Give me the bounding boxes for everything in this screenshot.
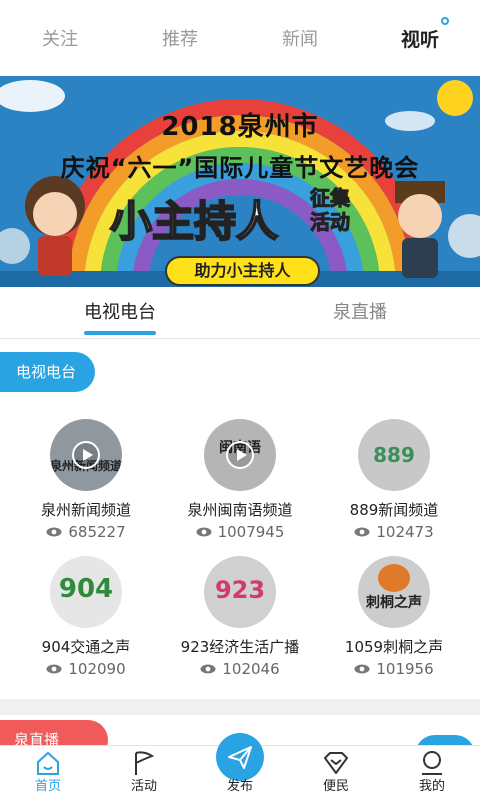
channel-views: 102046 <box>160 660 320 678</box>
channel-logo-text: 889 <box>373 443 415 467</box>
banner-side-line2: 活动 <box>310 210 351 235</box>
home-icon <box>37 751 59 775</box>
section-divider <box>0 699 480 715</box>
channel-view-count: 102473 <box>376 523 434 541</box>
nav-publish-label: 发布 <box>226 779 253 794</box>
channel-views: 101956 <box>314 660 474 678</box>
tab-news-label: 新闻 <box>282 29 318 50</box>
tab-recommend-label: 推荐 <box>162 29 198 50</box>
channel-logo: 923 <box>204 556 276 628</box>
eye-icon <box>46 664 62 674</box>
nav-home[interactable]: 首页 <box>0 746 96 800</box>
tab-news[interactable]: 新闻 <box>240 25 360 51</box>
channel-item[interactable]: 904 904交通之声 102090 <box>6 556 166 678</box>
channel-views: 102473 <box>314 523 474 541</box>
banner-side-line1: 征集 <box>310 186 351 211</box>
banner-side-title: 征集 活动 <box>310 186 351 235</box>
channel-name: 泉州新闻频道 <box>40 501 131 519</box>
nav-convenience[interactable]: 便民 <box>288 746 384 800</box>
channel-item[interactable]: 闽南语 泉州闽南语频道 1007945 <box>160 419 320 541</box>
channel-item[interactable]: 泉州新闻频道 泉州新闻频道 685227 <box>6 419 166 541</box>
eye-icon <box>354 527 370 537</box>
section-title-tv-radio: 电视电台 <box>0 352 95 392</box>
banner-main-title: 小主持人 <box>109 196 279 247</box>
channel-name: 1059刺桐之声 <box>344 638 444 656</box>
play-icon <box>72 441 100 469</box>
tab-quan-live[interactable]: 泉直播 <box>240 287 480 339</box>
diamond-icon <box>324 752 348 774</box>
nav-mine[interactable]: 我的 <box>384 746 480 800</box>
channel-view-count: 101956 <box>376 660 434 678</box>
channel-item[interactable]: 刺桐之声 1059刺桐之声 101956 <box>314 556 474 678</box>
channel-name: 923经济生活广播 <box>180 638 300 656</box>
channel-logo: 刺桐之声 <box>358 556 430 628</box>
channel-name: 889新闻频道 <box>349 501 439 519</box>
promo-banner[interactable]: 2018泉州市 庆祝“六一”国际儿童节文艺晚会 小主持人 征集 活动 助力小主持人 <box>0 76 480 287</box>
flag-icon <box>135 751 155 775</box>
channel-views: 685227 <box>6 523 166 541</box>
channel-view-count: 102090 <box>68 660 126 678</box>
channel-views: 1007945 <box>160 523 320 541</box>
channel-logo: 904 <box>50 556 122 628</box>
banner-year-title: 2018泉州市 <box>161 112 319 142</box>
tab-follow[interactable]: 关注 <box>0 25 120 51</box>
eye-icon <box>200 664 216 674</box>
send-icon <box>228 746 252 769</box>
logo-mark-icon <box>378 564 410 592</box>
banner-support-button[interactable]: 助力小主持人 <box>165 256 320 286</box>
channel-logo: 泉州新闻频道 <box>50 419 122 491</box>
eye-icon <box>354 664 370 674</box>
nav-activity-label: 活动 <box>130 779 157 794</box>
channel-logo-text: 刺桐之声 <box>366 595 422 611</box>
nav-activity[interactable]: 活动 <box>96 746 192 800</box>
tab-recommend[interactable]: 推荐 <box>120 25 240 51</box>
channel-view-count: 685227 <box>68 523 126 541</box>
play-icon <box>226 441 254 469</box>
tab-tv-radio[interactable]: 电视电台 <box>0 287 240 339</box>
tab-audio-video-label: 视听 <box>400 28 439 51</box>
nav-home-label: 首页 <box>34 779 61 794</box>
channel-item[interactable]: 923 923经济生活广播 102046 <box>160 556 320 678</box>
channel-name: 904交通之声 <box>41 638 131 656</box>
channel-view-count: 102046 <box>222 660 280 678</box>
nav-publish[interactable]: 发布 <box>192 733 288 800</box>
channel-logo: 889 <box>358 419 430 491</box>
publish-fab[interactable] <box>216 733 264 781</box>
active-dot-icon <box>441 16 449 25</box>
top-tab-bar: 关注 推荐 新闻 视听 <box>0 0 480 76</box>
eye-icon <box>196 527 212 537</box>
banner-event-title: 庆祝“六一”国际儿童节文艺晚会 <box>60 154 420 182</box>
tab-audio-video[interactable]: 视听 <box>360 16 480 52</box>
channel-views: 102090 <box>6 660 166 678</box>
channel-view-count: 1007945 <box>217 523 285 541</box>
bottom-nav-bar: 首页 活动 发布 便民 我的 <box>0 733 480 800</box>
channel-logo-text: 923 <box>214 576 266 604</box>
sub-tab-bar: 电视电台 泉直播 <box>0 287 480 339</box>
nav-convenience-label: 便民 <box>322 779 349 794</box>
nav-mine-label: 我的 <box>418 779 445 794</box>
tab-follow-label: 关注 <box>42 29 78 50</box>
channel-section: 电视电台 泉州新闻频道 泉州新闻频道 685227 闽南语 泉州闽南语频道 10… <box>0 339 480 699</box>
channel-logo: 闽南语 <box>204 419 276 491</box>
channel-name: 泉州闽南语频道 <box>187 501 293 519</box>
eye-icon <box>46 527 62 537</box>
channel-item[interactable]: 889 889新闻频道 102473 <box>314 419 474 541</box>
channel-logo-text: 904 <box>58 574 114 604</box>
user-icon <box>422 751 442 775</box>
